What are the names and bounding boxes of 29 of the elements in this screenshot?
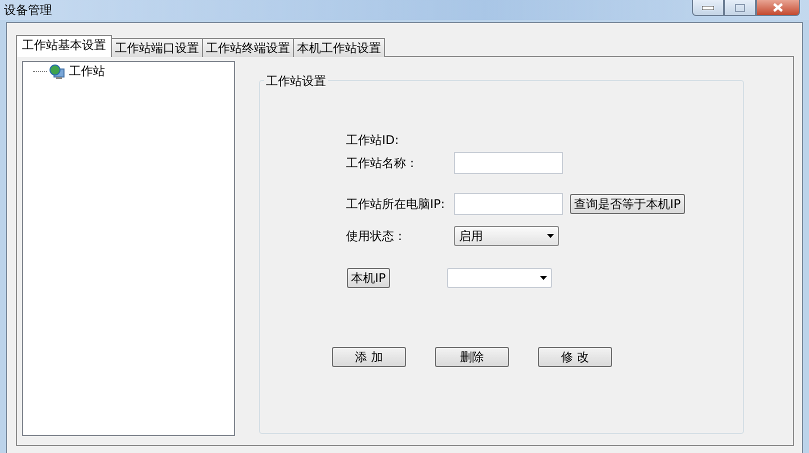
field-label: 使用状态： xyxy=(346,228,407,244)
query-button[interactable]: 查询是否等于本机IP xyxy=(570,194,685,214)
caret-icon xyxy=(547,234,554,238)
tree-item[interactable]: 工作站 xyxy=(69,63,105,80)
minimize-button[interactable] xyxy=(692,0,724,16)
maximize-icon xyxy=(735,4,745,12)
close-icon xyxy=(773,3,783,12)
status-dropdown[interactable]: 启用 xyxy=(454,226,559,246)
action-button[interactable]: 删除 xyxy=(435,347,509,367)
caret-icon xyxy=(540,276,547,280)
tab[interactable]: 工作站基本设置 xyxy=(16,35,112,57)
close-button[interactable] xyxy=(756,0,800,16)
field-label: 工作站所在电脑IP: xyxy=(346,196,446,212)
tab[interactable]: 工作站端口设置 xyxy=(111,38,203,57)
local-ip-button[interactable]: 本机IP xyxy=(347,268,390,288)
window-title: 设备管理 xyxy=(3,2,53,19)
text-field[interactable] xyxy=(454,193,563,215)
maximize-button[interactable] xyxy=(724,0,756,16)
action-button[interactable]: 修 改 xyxy=(538,347,612,367)
dropdown-value: 启用 xyxy=(459,228,483,244)
group-title: 工作站设置 xyxy=(264,73,328,90)
action-button[interactable]: 添 加 xyxy=(332,347,406,367)
text-field[interactable] xyxy=(454,152,563,174)
field-label: 工作站ID: xyxy=(346,132,400,148)
tab[interactable]: 工作站终端设置 xyxy=(202,38,294,57)
field-label: 工作站名称： xyxy=(346,154,419,172)
minimize-icon xyxy=(702,6,714,10)
computer-globe-icon xyxy=(49,64,65,80)
tab[interactable]: 本机工作站设置 xyxy=(293,38,385,57)
